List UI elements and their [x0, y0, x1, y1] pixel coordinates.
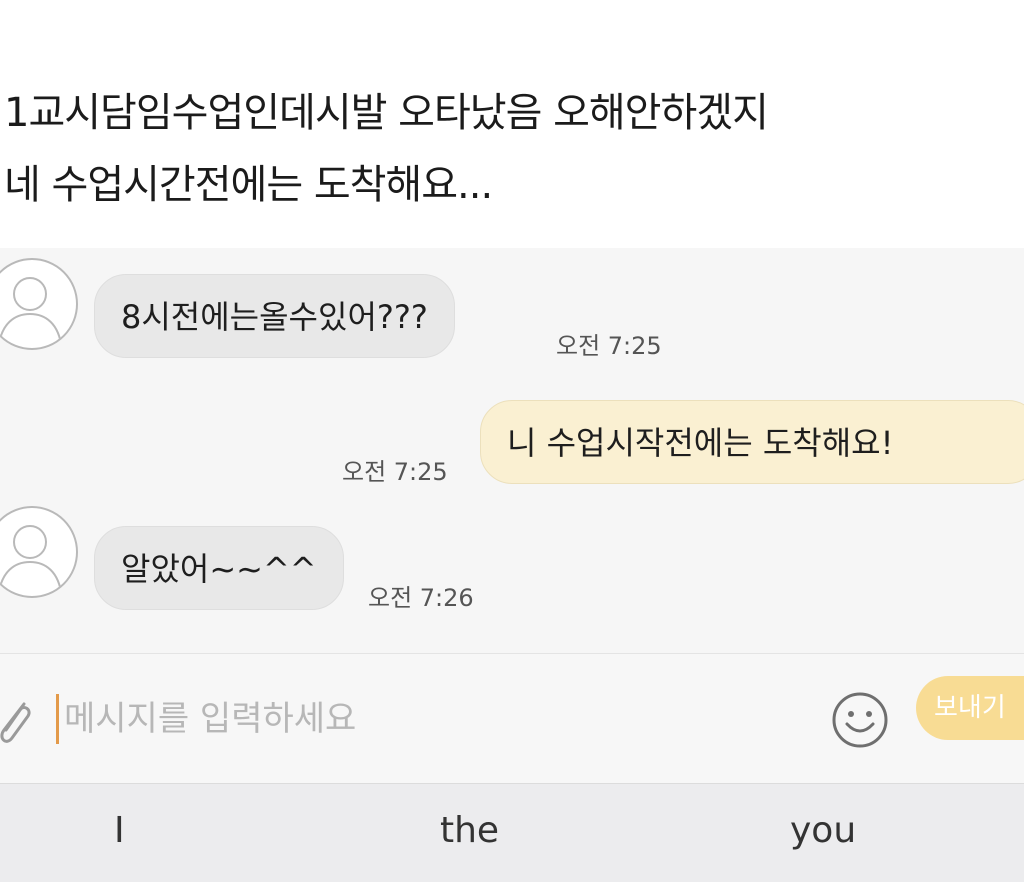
- message-time: 오전 7:25: [342, 458, 448, 486]
- send-button[interactable]: 보내기: [916, 676, 1024, 740]
- message-input-placeholder: 메시지를 입력하세요: [64, 699, 357, 739]
- avatar-icon[interactable]: [0, 506, 78, 598]
- message-time: 오전 7:26: [368, 584, 474, 612]
- message-input-bar: 메시지를 입력하세요: [0, 653, 1024, 784]
- caption-line-2: 네 수업시간전에는 도착해요...: [4, 162, 493, 208]
- message-bubble-incoming[interactable]: 8시전에는올수있어???: [94, 274, 455, 358]
- emoji-icon[interactable]: [830, 690, 890, 750]
- caption-line-1: 1교시담임수업인데시발 오타났음 오해안하겠지: [4, 90, 769, 136]
- paperclip-icon[interactable]: [0, 694, 34, 748]
- text-caret: [56, 694, 59, 744]
- keyboard-suggestion-bar: I the you: [0, 783, 1024, 882]
- message-input[interactable]: 메시지를 입력하세요: [50, 690, 810, 750]
- avatar-icon[interactable]: [0, 258, 78, 350]
- suggestion-word[interactable]: I: [114, 810, 125, 851]
- message-bubble-outgoing[interactable]: 니 수업시작전에는 도착해요!: [480, 400, 1024, 484]
- message-time: 오전 7:25: [556, 332, 662, 360]
- message-bubble-incoming[interactable]: 알았어~~^^: [94, 526, 344, 610]
- suggestion-word[interactable]: the: [440, 810, 499, 851]
- caption: 1교시담임수업인데시발 오타났음 오해안하겠지 네 수업시간전에는 도착해요..…: [0, 0, 1024, 248]
- suggestion-word[interactable]: you: [790, 810, 856, 851]
- chat-area[interactable]: 8시전에는올수있어??? 오전 7:25 오전 7:25 니 수업시작전에는 도…: [0, 248, 1024, 653]
